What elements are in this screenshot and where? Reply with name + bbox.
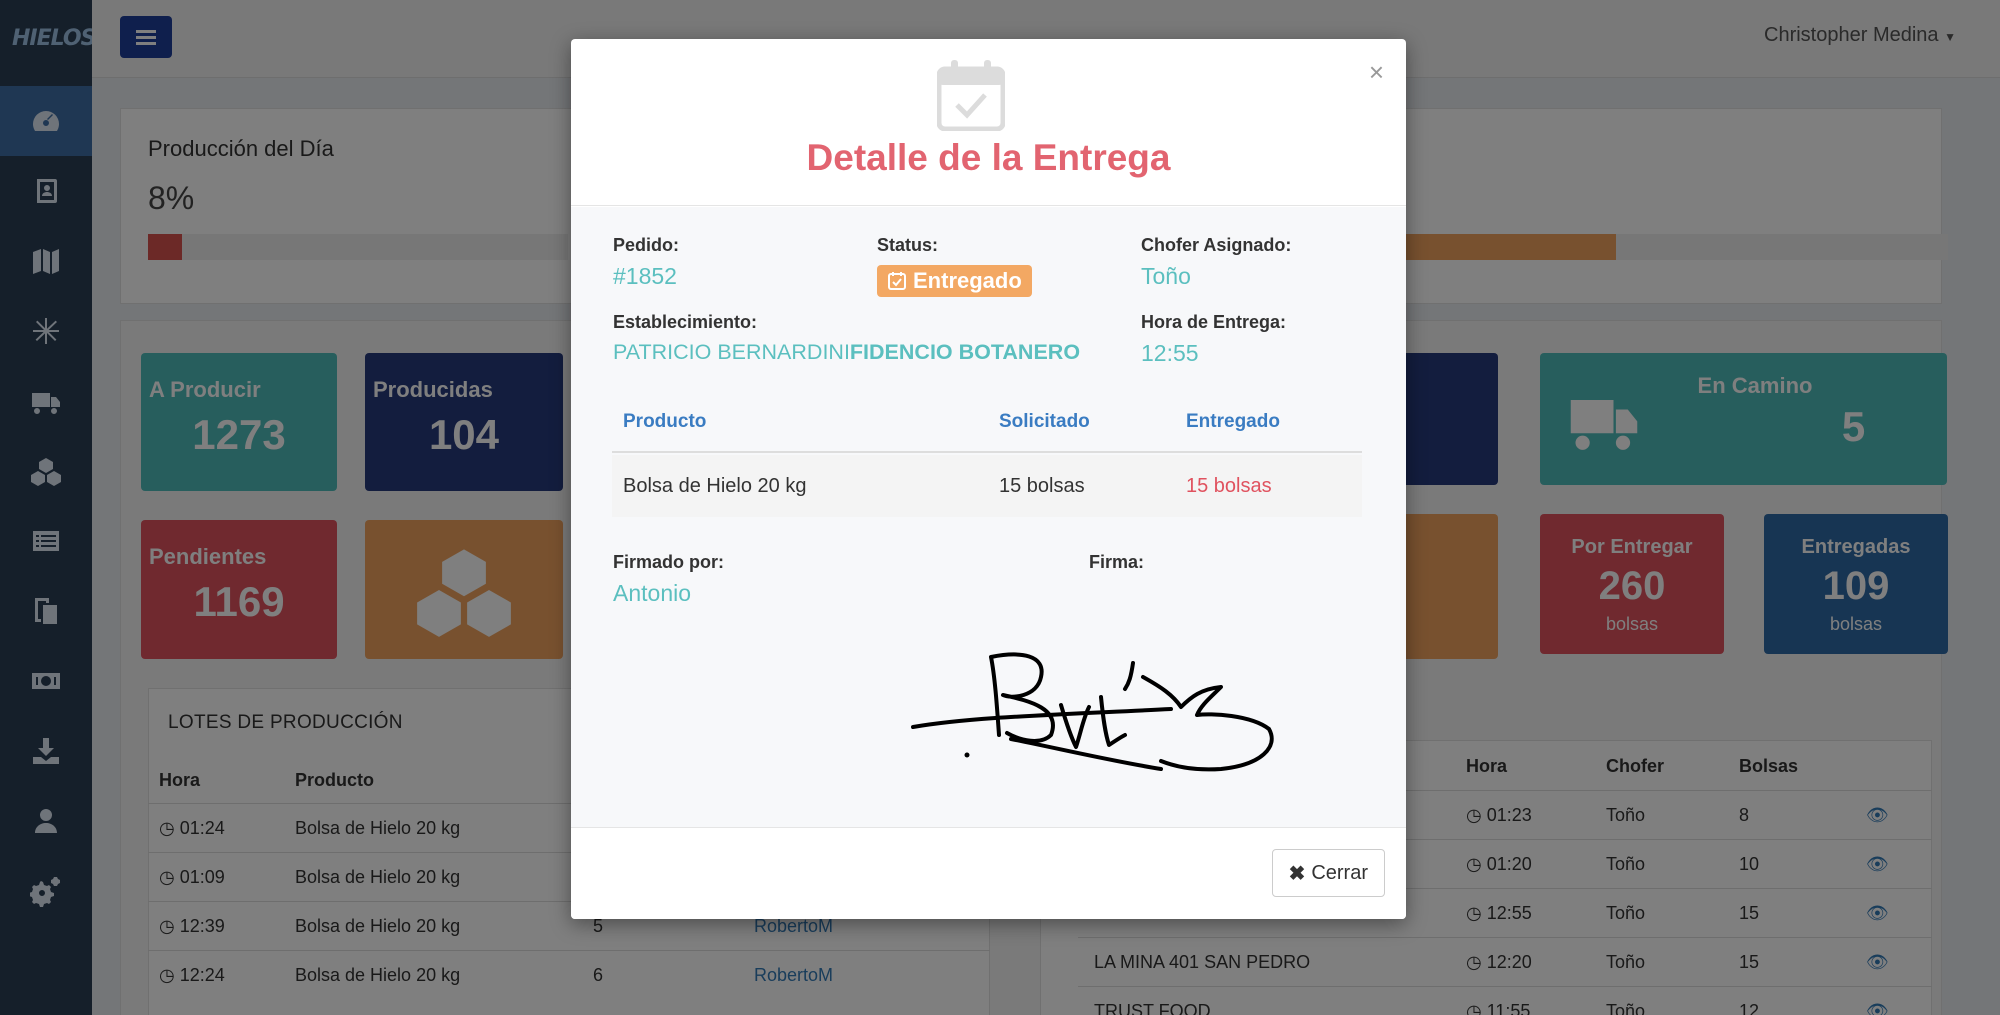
pedido-value: #1852 (613, 263, 677, 289)
modal-title: Detalle de la Entrega (806, 137, 1171, 178)
status-text: Entregado (913, 268, 1022, 293)
row-solicitado: 15 bolsas (999, 475, 1085, 497)
close-button-label: Cerrar (1311, 861, 1368, 884)
hora-entrega-value: 12:55 (1141, 340, 1199, 366)
col-entregado: Entregado (1186, 411, 1280, 432)
calendar-check-icon (937, 60, 1005, 131)
delivery-detail-modal: × Detalle de la Entrega Pedido: #1852 St… (571, 39, 1406, 919)
status-badge: Entregado (877, 265, 1032, 297)
chofer-label: Chofer Asignado: (1141, 235, 1292, 255)
status-label: Status: (877, 235, 939, 255)
calendar-check-icon (888, 272, 906, 290)
modal-footer: ✖ Cerrar (571, 827, 1406, 919)
modal-body: Pedido: #1852 Status: Entregado Chofer A… (571, 207, 1406, 827)
firma-label: Firma: (1089, 552, 1145, 572)
products-table-header: Producto Solicitado Entregado (612, 389, 1362, 453)
table-row: Bolsa de Hielo 20 kg 15 bolsas 15 bolsas (612, 455, 1362, 517)
firmado-por-value: Antonio (613, 580, 692, 606)
chofer-value: Toño (1141, 263, 1191, 289)
close-button[interactable]: ✖ Cerrar (1271, 849, 1385, 897)
col-solicitado: Solicitado (999, 411, 1090, 432)
firmado-por-label: Firmado por: (613, 552, 724, 572)
hora-entrega-label: Hora de Entrega: (1141, 312, 1287, 332)
row-entregado: 15 bolsas (1186, 475, 1272, 497)
signature-image (911, 652, 1274, 772)
col-producto: Producto (623, 411, 707, 432)
establecimiento-part1: PATRICIO BERNARDINI (613, 340, 850, 364)
close-icon: ✖ (1288, 862, 1306, 885)
row-producto: Bolsa de Hielo 20 kg (623, 475, 807, 497)
establecimiento-value: PATRICIO BERNARDINIFIDENCIO BOTANERO (613, 340, 1080, 365)
establecimiento-part2: FIDENCIO BOTANERO (849, 340, 1081, 364)
pedido-label: Pedido: (613, 235, 679, 255)
modal-close-button[interactable]: × (1369, 57, 1384, 88)
establecimiento-label: Establecimiento: (613, 312, 758, 332)
modal-header: × Detalle de la Entrega (571, 39, 1406, 206)
